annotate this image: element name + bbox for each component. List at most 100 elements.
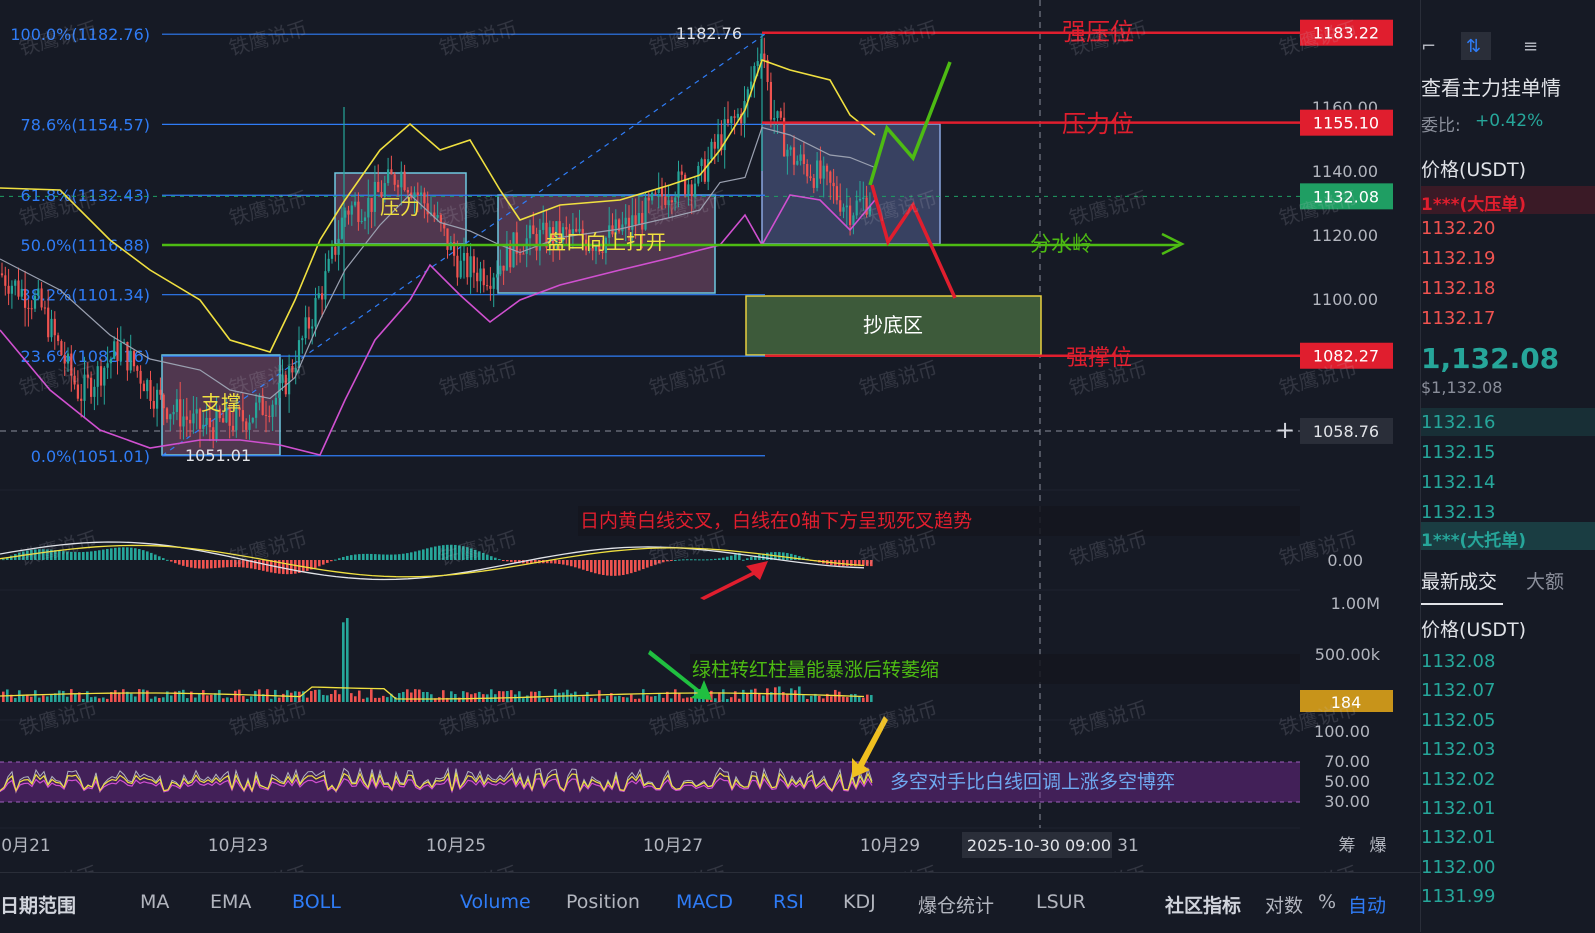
candle-body (773, 118, 776, 120)
candle-body (255, 402, 258, 418)
macd-bar (126, 547, 129, 560)
candle-body (736, 113, 739, 118)
volume-bar (854, 693, 857, 702)
candle-body (779, 111, 782, 118)
trade-price: 1132.05 (1421, 709, 1496, 731)
volume-bar (754, 688, 757, 702)
percent-scale-toggle[interactable]: % (1318, 891, 1336, 913)
trade-price: 1132.00 (1421, 856, 1496, 878)
volume-bar (838, 691, 841, 702)
date-range-button[interactable]: 日期范围 (0, 891, 76, 918)
macd-bar (630, 560, 633, 574)
volume-bar (210, 694, 213, 702)
crosshair-price-label: 1058.76 (1313, 422, 1379, 441)
liquidation-stats-button[interactable]: 爆仓统计 (918, 891, 994, 918)
candle-body (192, 413, 195, 424)
volume-bar (462, 691, 465, 702)
lsur-toggle[interactable]: LSUR (1036, 891, 1086, 913)
candle-body (387, 169, 390, 184)
ma-toggle[interactable]: MA (140, 891, 169, 913)
macd-bar (294, 560, 297, 574)
macd-bar (602, 560, 605, 576)
volume-bar (850, 694, 853, 702)
macd-bar (554, 560, 557, 564)
latest-trades-tab[interactable]: 最新成交 (1421, 567, 1497, 594)
candle-body (20, 288, 23, 297)
candle-body (377, 181, 380, 193)
kdj-toggle[interactable]: KDJ (843, 891, 876, 913)
volume-bar (182, 689, 185, 702)
volume-bar (30, 696, 33, 702)
macd-bar (366, 553, 369, 560)
ema-toggle[interactable]: EMA (210, 891, 251, 913)
candle-body (60, 341, 63, 355)
volume-toggle[interactable]: Volume (460, 891, 531, 913)
macd-bar (742, 559, 745, 561)
macd-bar (386, 554, 389, 560)
volume-bar (642, 689, 645, 702)
candle-body (637, 213, 640, 225)
candle-body (730, 116, 733, 124)
candle-body (816, 160, 819, 188)
macd-toggle[interactable]: MACD (676, 891, 733, 913)
volume-bar (238, 689, 241, 702)
boll-toggle[interactable]: BOLL (292, 891, 341, 913)
community-indicators-button[interactable]: 社区指标 (1165, 891, 1241, 918)
volume-bar (518, 691, 521, 702)
candle-body (647, 197, 650, 201)
volume-bar (114, 690, 117, 702)
candle-body (420, 192, 423, 196)
volume-bar (330, 693, 333, 702)
macd-bar (638, 560, 641, 571)
candle-body (792, 147, 796, 165)
volume-bar (870, 695, 873, 702)
price-chart[interactable]: 1100.001120.001140.001160.000月21 10月23 10月… (0, 0, 1420, 872)
candle-body (195, 409, 198, 414)
volume-bar (194, 697, 197, 702)
candle-body (651, 192, 654, 201)
low-price-marker: 1051.01 (185, 446, 251, 465)
orderbook-view-icon[interactable]: ⇅ (1466, 36, 1481, 57)
candle-body (842, 207, 845, 212)
volume-bar (134, 696, 137, 702)
auto-scale-toggle[interactable]: 自动 (1348, 891, 1386, 918)
position-toggle[interactable]: Position (566, 891, 640, 913)
candle-body (489, 285, 492, 289)
ask-price: 1132.19 (1421, 248, 1496, 269)
log-scale-toggle[interactable]: 对数 (1265, 891, 1303, 918)
macd-bar (138, 549, 141, 560)
candle-body (822, 165, 825, 179)
bottom-zone-label: 抄底区 (863, 313, 923, 337)
candle-body (179, 399, 182, 427)
volume-bar (14, 697, 17, 702)
macd-bar (362, 553, 365, 560)
trade-price: 1132.07 (1421, 680, 1496, 702)
macd-bar (414, 551, 417, 560)
macd-bar (430, 547, 433, 560)
candle-body (466, 252, 469, 278)
macd-bar (226, 560, 229, 568)
macd-bar (706, 559, 709, 561)
volume-bar (582, 696, 585, 702)
volume-bar (586, 692, 589, 702)
volume-bar (454, 694, 457, 702)
rsi-toggle[interactable]: RSI (773, 891, 804, 913)
order-book-panel: ⌐ ⇅ ≡ 查看主力挂单情 委比: +0.42% 价格(USDT) 1***(大压单) 1132… (1420, 0, 1595, 932)
list-view-icon[interactable]: ≡ (1523, 36, 1538, 57)
large-trades-tab[interactable]: 大额 (1526, 567, 1564, 594)
macd-bar (306, 560, 309, 571)
ask-price: 1132.18 (1421, 278, 1496, 299)
ask-price: 1132.17 (1421, 308, 1496, 329)
candle-body (393, 174, 396, 185)
volume-bar (118, 692, 121, 702)
volume-bar (66, 696, 69, 702)
layout-icon[interactable]: ⌐ (1421, 36, 1436, 57)
watermark-text: 铁鹰说币 (226, 861, 309, 872)
candle-body (33, 295, 37, 309)
volume-bar (738, 698, 741, 702)
macd-bar (594, 560, 597, 574)
macd-bar (194, 560, 197, 569)
candle-body (175, 399, 178, 413)
volume-bar (618, 695, 621, 702)
macd-bar (746, 558, 749, 560)
